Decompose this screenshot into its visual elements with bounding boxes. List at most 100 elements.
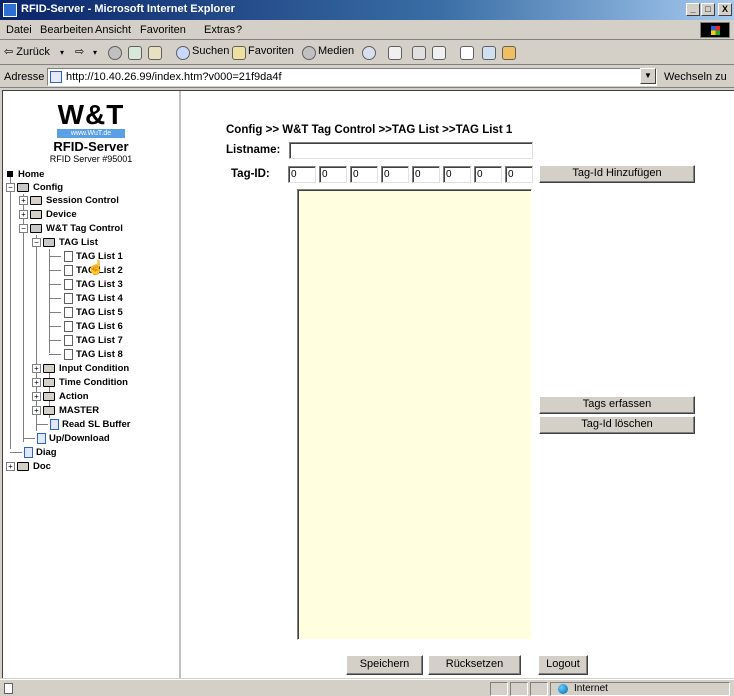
refresh-icon[interactable] <box>128 46 142 60</box>
tree-line <box>49 312 61 313</box>
tree-device[interactable]: + Device <box>19 208 179 221</box>
back-dropdown-icon[interactable]: ▾ <box>60 48 64 57</box>
menu-help[interactable]: ? <box>236 24 242 36</box>
tagid-byte-3[interactable] <box>350 166 378 183</box>
go-button[interactable]: Wechseln zu <box>664 71 727 83</box>
messenger-icon[interactable] <box>482 46 496 60</box>
tagid-byte-1[interactable] <box>288 166 316 183</box>
tagid-byte-2[interactable] <box>319 166 347 183</box>
expand-icon[interactable]: + <box>32 364 41 373</box>
toolbar: ⇦ Zurück ▾ ⇨ ▾ Suchen Favoriten Medien <box>0 41 734 65</box>
tagid-byte-4[interactable] <box>381 166 409 183</box>
maximize-button[interactable]: □ <box>701 3 715 16</box>
menu-bar: Datei Bearbeiten Ansicht Favoriten Extra… <box>0 20 734 40</box>
minimize-button[interactable]: _ <box>686 3 700 16</box>
stop-icon[interactable] <box>108 46 122 60</box>
tree-action[interactable]: + Action <box>32 390 178 403</box>
search-icon[interactable] <box>176 46 190 60</box>
home-icon[interactable] <box>148 46 162 60</box>
capture-tags-button[interactable]: Tags erfassen <box>539 396 695 414</box>
folder-icon <box>43 378 55 387</box>
tree-line <box>49 270 61 271</box>
expand-icon[interactable]: + <box>6 462 15 471</box>
menu-favoriten[interactable]: Favoriten <box>140 24 186 36</box>
favorites-button[interactable]: Favoriten <box>248 45 294 57</box>
tree-tag-list-7[interactable]: TAG List 7 <box>45 334 175 347</box>
product-title: RFID-Server <box>53 139 129 154</box>
media-icon[interactable] <box>302 46 316 60</box>
tree-tag-list-5[interactable]: TAG List 5 <box>45 306 175 319</box>
page-icon <box>64 293 73 304</box>
tagid-byte-7[interactable] <box>474 166 502 183</box>
media-button[interactable]: Medien <box>318 45 354 57</box>
tree-tag-list-3[interactable]: TAG List 3 <box>45 278 175 291</box>
collapse-icon[interactable]: − <box>6 183 15 192</box>
save-button[interactable]: Speichern <box>346 655 423 675</box>
page-icon <box>50 71 62 83</box>
back-button[interactable]: ⇦ Zurück <box>4 45 50 58</box>
expand-icon[interactable]: + <box>32 406 41 415</box>
print-icon[interactable] <box>412 46 426 60</box>
mail-icon[interactable] <box>388 46 402 60</box>
collapse-icon[interactable]: − <box>32 238 41 247</box>
tree-diag[interactable]: Diag <box>6 446 176 459</box>
tree-time-condition[interactable]: + Time Condition <box>32 376 178 389</box>
tree-doc[interactable]: + Doc <box>6 460 176 473</box>
expand-icon[interactable]: + <box>32 392 41 401</box>
reset-button[interactable]: Rücksetzen <box>428 655 521 675</box>
listname-input[interactable] <box>289 142 533 159</box>
ie-icon <box>3 3 17 17</box>
tree-read-sl-buffer[interactable]: Read SL Buffer <box>32 418 178 431</box>
folder-open-icon <box>30 224 42 233</box>
menu-bearbeiten[interactable]: Bearbeiten <box>40 24 93 36</box>
tree-tag-list[interactable]: − TAG List <box>32 236 178 249</box>
page-icon <box>64 265 73 276</box>
tagid-byte-5[interactable] <box>412 166 440 183</box>
menu-extras[interactable]: Extras <box>204 24 235 36</box>
favorites-icon[interactable] <box>232 46 246 60</box>
logo-url: www.WuT.de <box>57 129 125 138</box>
close-button[interactable]: X <box>718 3 732 16</box>
expand-icon[interactable]: + <box>19 210 28 219</box>
tree-tag-list-6[interactable]: TAG List 6 <box>45 320 175 333</box>
status-cell <box>490 682 508 696</box>
address-dropdown-icon[interactable]: ▼ <box>640 68 656 84</box>
tree-tag-list-2[interactable]: TAG List 2 <box>45 264 175 277</box>
tree-tag-list-8[interactable]: TAG List 8 <box>45 348 175 361</box>
history-icon[interactable] <box>362 46 376 60</box>
tree-input-condition[interactable]: + Input Condition <box>32 362 178 375</box>
logout-button[interactable]: Logout <box>538 655 588 675</box>
address-url[interactable]: http://10.40.26.99/index.htm?v000=21f9da… <box>66 71 282 83</box>
add-tag-id-button[interactable]: Tag-Id Hinzufügen <box>539 165 695 183</box>
search-button[interactable]: Suchen <box>192 45 229 57</box>
tree-line <box>10 177 11 449</box>
forward-button[interactable]: ⇨ <box>75 45 84 58</box>
tree-home[interactable]: Home <box>6 168 176 181</box>
discuss-icon[interactable] <box>460 46 474 60</box>
address-input[interactable]: http://10.40.26.99/index.htm?v000=21f9da… <box>47 68 657 86</box>
browser-window: RFID-Server - Microsoft Internet Explore… <box>0 0 734 696</box>
forward-dropdown-icon[interactable]: ▾ <box>93 48 97 57</box>
window-title: RFID-Server - Microsoft Internet Explore… <box>21 3 235 15</box>
tree-session-control[interactable]: + Session Control <box>19 194 179 207</box>
tagid-byte-6[interactable] <box>443 166 471 183</box>
tree-config[interactable]: − Config <box>6 181 176 194</box>
edit-icon[interactable] <box>432 46 446 60</box>
tree-tag-list-1[interactable]: TAG List 1 <box>45 250 175 263</box>
tree-master[interactable]: + MASTER <box>32 404 178 417</box>
delete-tag-id-button[interactable]: Tag-Id löschen <box>539 416 695 434</box>
menu-ansicht[interactable]: Ansicht <box>95 24 131 36</box>
folder-icon <box>30 210 42 219</box>
tree-tag-list-4[interactable]: TAG List 4 <box>45 292 175 305</box>
research-icon[interactable] <box>502 46 516 60</box>
collapse-icon[interactable]: − <box>19 224 28 233</box>
expand-icon[interactable]: + <box>32 378 41 387</box>
tree-wt-tag-control[interactable]: − W&T Tag Control <box>19 222 179 235</box>
tagid-byte-8[interactable] <box>505 166 533 183</box>
tag-id-listbox[interactable] <box>297 189 532 640</box>
navigation-frame: W&T www.WuT.de RFID-Server RFID Server #… <box>3 91 181 678</box>
tree-up-download[interactable]: Up/Download <box>19 432 179 445</box>
tree-line <box>49 298 61 299</box>
expand-icon[interactable]: + <box>19 196 28 205</box>
menu-datei[interactable]: Datei <box>6 24 32 36</box>
